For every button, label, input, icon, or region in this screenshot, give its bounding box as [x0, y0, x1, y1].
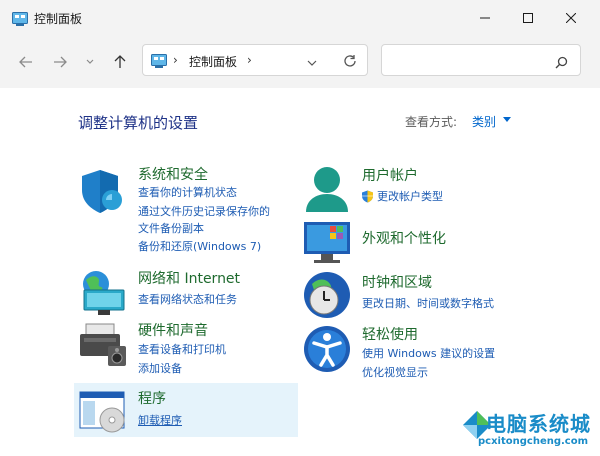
clock-globe-icon[interactable]	[302, 270, 352, 320]
title-bar[interactable]: 控制面板	[0, 0, 600, 36]
link-file-history[interactable]: 通过文件历史记录保存你的	[138, 203, 270, 219]
watermark-text: 电脑系统城	[486, 412, 591, 436]
address-bar[interactable]: › 控制面板 ›	[142, 44, 368, 76]
forward-button[interactable]	[50, 52, 70, 72]
uac-shield-icon	[361, 188, 374, 207]
minimize-button[interactable]	[462, 0, 508, 36]
refresh-icon[interactable]	[343, 53, 357, 72]
breadcrumb-separator-icon[interactable]: ›	[173, 53, 178, 67]
link-add-device[interactable]: 添加设备	[138, 360, 182, 376]
link-change-account-type[interactable]: 更改帐户类型	[377, 188, 443, 204]
category-title-hardware-sound[interactable]: 硬件和声音	[138, 320, 208, 340]
category-title-programs[interactable]: 程序	[138, 388, 166, 408]
link-change-date-time[interactable]: 更改日期、时间或数字格式	[362, 295, 494, 311]
link-devices-printers[interactable]: 查看设备和打印机	[138, 341, 226, 357]
search-icon[interactable]	[555, 54, 568, 73]
maximize-button[interactable]	[505, 0, 551, 36]
link-network-status[interactable]: 查看网络状态和任务	[138, 291, 237, 307]
window-title: 控制面板	[34, 12, 83, 26]
close-button[interactable]	[548, 0, 594, 36]
breadcrumb-control-panel[interactable]: 控制面板	[189, 53, 237, 70]
link-uninstall-program[interactable]: 卸载程序	[138, 412, 182, 428]
watermark-url: pcxitongcheng.com	[478, 436, 589, 447]
view-by-label: 查看方式:	[405, 115, 458, 129]
breadcrumb-separator-icon[interactable]: ›	[247, 53, 252, 67]
address-dropdown-chevron-icon[interactable]	[307, 54, 317, 73]
shield-icon[interactable]	[78, 166, 128, 216]
category-title-network[interactable]: 网络和 Internet	[138, 268, 240, 288]
view-by-dropdown[interactable]: 类别	[472, 113, 496, 130]
back-button[interactable]	[16, 52, 36, 72]
address-toolbar: › 控制面板 ›	[0, 36, 600, 88]
programs-disc-icon[interactable]	[78, 386, 128, 436]
category-title-clock-region[interactable]: 时钟和区域	[362, 272, 432, 292]
recent-locations-chevron-icon[interactable]	[80, 52, 100, 72]
link-optimize-visual-display[interactable]: 优化视觉显示	[362, 364, 428, 380]
search-input[interactable]	[381, 44, 581, 76]
category-title-ease-of-access[interactable]: 轻松使用	[362, 324, 418, 344]
category-title-system-security[interactable]: 系统和安全	[138, 164, 208, 184]
accessibility-icon[interactable]	[302, 324, 352, 374]
link-view-computer-status[interactable]: 查看你的计算机状态	[138, 184, 237, 200]
page-title: 调整计算机的设置	[78, 114, 199, 132]
link-file-history-continued[interactable]: 文件备份副本	[138, 220, 204, 236]
up-button[interactable]	[110, 52, 130, 72]
network-globe-icon[interactable]	[78, 268, 128, 318]
watermark: 电脑系统城 pcxitongcheng.com	[462, 404, 600, 456]
monitor-personalization-icon[interactable]	[302, 218, 352, 268]
link-backup-restore[interactable]: 备份和还原(Windows 7)	[138, 238, 261, 254]
category-title-user-accounts[interactable]: 用户帐户	[362, 165, 418, 185]
link-use-recommended-settings[interactable]: 使用 Windows 建议的设置	[362, 345, 495, 361]
printer-icon[interactable]	[78, 320, 128, 370]
content-area: 调整计算机的设置 查看方式: 类别 系统和安全 查看你的计算机状态 通过文件历史…	[0, 88, 600, 456]
user-avatar-icon[interactable]	[302, 164, 352, 214]
control-panel-icon	[12, 11, 28, 30]
category-title-appearance[interactable]: 外观和个性化	[362, 228, 446, 248]
control-panel-window: 控制面板 › 控制面板 › 调整计算机的设置 查看方式: 类别 系统和安全 查看…	[0, 0, 600, 456]
view-by-chevron-icon[interactable]	[503, 117, 511, 122]
control-panel-icon	[151, 53, 167, 72]
